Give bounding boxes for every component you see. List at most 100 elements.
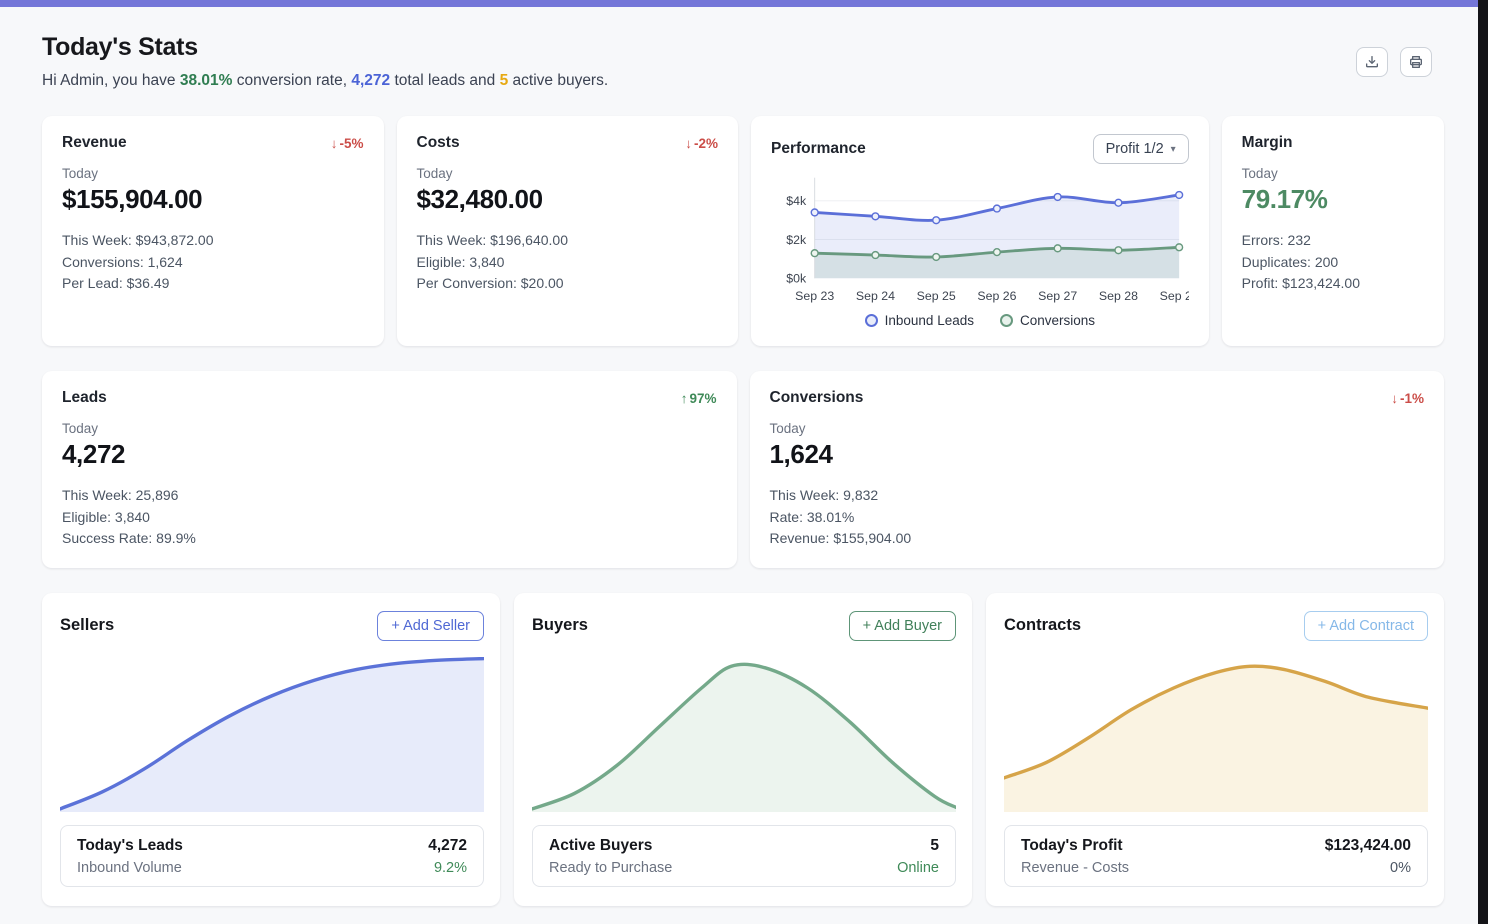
margin-profit-line: Profit: $123,424.00 (1242, 273, 1424, 295)
contracts-chart (1004, 657, 1428, 812)
conversions-card: Conversions ↓-1% Today 1,624 This Week: … (750, 371, 1445, 568)
contracts-card: Contracts + Add Contract Today's Profit … (986, 593, 1444, 906)
contracts-summary-box: Today's Profit $123,424.00 Revenue - Cos… (1004, 825, 1428, 887)
revenue-per-lead-line: Per Lead: $36.49 (62, 273, 364, 295)
leads-trend-badge: ↑97% (681, 391, 717, 406)
svg-text:Sep 28: Sep 28 (1099, 289, 1138, 303)
add-seller-button[interactable]: + Add Seller (377, 611, 484, 641)
legend-item-conversions[interactable]: Conversions (1000, 313, 1095, 328)
svg-text:Sep 25: Sep 25 (917, 289, 956, 303)
margin-card-title: Margin (1242, 134, 1293, 152)
leads-period-label: Today (62, 421, 717, 436)
costs-week-line: This Week: $196,640.00 (417, 230, 719, 252)
svg-text:Sep 24: Sep 24 (856, 289, 895, 303)
contracts-summary-value: $123,424.00 (1325, 837, 1411, 855)
svg-text:$2k: $2k (786, 233, 807, 247)
sellers-summary-subvalue: 9.2% (434, 860, 467, 876)
page-header: Today's Stats Hi Admin, you have 38.01% … (42, 33, 1444, 90)
costs-eligible-line: Eligible: 3,840 (417, 252, 719, 274)
revenue-period-label: Today (62, 166, 364, 181)
header-actions (1356, 47, 1432, 77)
active-buyers-value: 5 (500, 72, 509, 89)
conversion-rate-value: 38.01% (180, 72, 233, 89)
inbound-leads-marker-icon (865, 314, 878, 327)
buyers-summary-sublabel: Ready to Purchase (549, 860, 672, 876)
performance-chart: $0k$2k$4kSep 23Sep 24Sep 25Sep 26Sep 27S… (771, 172, 1189, 307)
printer-icon (1408, 54, 1424, 70)
total-leads-value: 4,272 (351, 72, 390, 89)
costs-period-label: Today (417, 166, 719, 181)
stats-row-3: Sellers + Add Seller Today's Leads 4,272… (42, 593, 1444, 906)
conversions-card-title: Conversions (770, 389, 864, 407)
buyers-summary-value: 5 (930, 837, 939, 855)
conversions-trend-badge: ↓-1% (1391, 391, 1424, 406)
print-button[interactable] (1400, 47, 1432, 77)
download-icon (1364, 54, 1380, 70)
leads-success-rate-line: Success Rate: 89.9% (62, 528, 717, 550)
dashboard-page: Today's Stats Hi Admin, you have 38.01% … (0, 7, 1478, 924)
costs-per-conversion-line: Per Conversion: $20.00 (417, 273, 719, 295)
revenue-conversions-line: Conversions: 1,624 (62, 252, 364, 274)
costs-card-title: Costs (417, 134, 460, 152)
conversions-value: 1,624 (770, 439, 1425, 470)
leads-week-line: This Week: 25,896 (62, 485, 717, 507)
sellers-summary-box: Today's Leads 4,272 Inbound Volume 9.2% (60, 825, 484, 887)
page-subtitle: Hi Admin, you have 38.01% conversion rat… (42, 72, 608, 90)
stats-row-2: Leads ↑97% Today 4,272 This Week: 25,896… (42, 371, 1444, 568)
costs-card: Costs ↓-2% Today $32,480.00 This Week: $… (397, 116, 739, 346)
svg-text:Sep 27: Sep 27 (1038, 289, 1077, 303)
arrow-down-icon: ↓ (331, 136, 338, 151)
screen-edge-strip (1478, 0, 1488, 924)
leads-value: 4,272 (62, 439, 717, 470)
leads-eligible-line: Eligible: 3,840 (62, 507, 717, 529)
svg-text:Sep 29: Sep 29 (1160, 289, 1189, 303)
contracts-summary-label: Today's Profit (1021, 837, 1123, 855)
revenue-trend-badge: ↓-5% (331, 136, 364, 151)
buyers-summary-box: Active Buyers 5 Ready to Purchase Online (532, 825, 956, 887)
conversions-rate-line: Rate: 38.01% (770, 507, 1425, 529)
performance-card: Performance Profit 1/2▾ $0k$2k$4kSep 23S… (751, 116, 1209, 346)
buyers-card: Buyers + Add Buyer Active Buyers 5 Ready… (514, 593, 972, 906)
arrow-up-icon: ↑ (681, 391, 688, 406)
contracts-summary-subvalue: 0% (1390, 860, 1411, 876)
performance-metric-dropdown[interactable]: Profit 1/2▾ (1093, 134, 1189, 164)
page-title: Today's Stats (42, 33, 608, 62)
costs-trend-badge: ↓-2% (685, 136, 718, 151)
buyers-chart (532, 657, 956, 812)
conversions-period-label: Today (770, 421, 1425, 436)
revenue-value: $155,904.00 (62, 184, 364, 215)
svg-text:Sep 26: Sep 26 (977, 289, 1016, 303)
leads-card-title: Leads (62, 389, 107, 407)
add-buyer-button[interactable]: + Add Buyer (849, 611, 956, 641)
margin-card: Margin Today 79.17% Errors: 232 Duplicat… (1222, 116, 1444, 346)
download-button[interactable] (1356, 47, 1388, 77)
buyers-summary-subvalue: Online (897, 860, 939, 876)
revenue-week-line: This Week: $943,872.00 (62, 230, 364, 252)
arrow-down-icon: ↓ (685, 136, 692, 151)
sellers-summary-label: Today's Leads (77, 837, 183, 855)
legend-item-inbound-leads[interactable]: Inbound Leads (865, 313, 974, 328)
stats-row-1: Revenue ↓-5% Today $155,904.00 This Week… (42, 116, 1444, 346)
margin-duplicates-line: Duplicates: 200 (1242, 252, 1424, 274)
sellers-summary-sublabel: Inbound Volume (77, 860, 182, 876)
chevron-down-icon: ▾ (1171, 144, 1176, 155)
top-accent-bar (0, 0, 1478, 7)
margin-value: 79.17% (1242, 184, 1424, 215)
add-contract-button[interactable]: + Add Contract (1304, 611, 1428, 641)
performance-legend: Inbound Leads Conversions (771, 313, 1189, 328)
contracts-summary-sublabel: Revenue - Costs (1021, 860, 1129, 876)
sellers-card: Sellers + Add Seller Today's Leads 4,272… (42, 593, 500, 906)
conversions-revenue-line: Revenue: $155,904.00 (770, 528, 1425, 550)
arrow-down-icon: ↓ (1391, 391, 1398, 406)
buyers-card-title: Buyers (532, 616, 588, 635)
svg-text:$4k: $4k (786, 194, 807, 208)
buyers-summary-label: Active Buyers (549, 837, 652, 855)
sellers-summary-value: 4,272 (428, 837, 467, 855)
revenue-card: Revenue ↓-5% Today $155,904.00 This Week… (42, 116, 384, 346)
conversions-week-line: This Week: 9,832 (770, 485, 1425, 507)
costs-value: $32,480.00 (417, 184, 719, 215)
sellers-chart (60, 657, 484, 812)
performance-card-title: Performance (771, 140, 866, 158)
margin-period-label: Today (1242, 166, 1424, 181)
leads-card: Leads ↑97% Today 4,272 This Week: 25,896… (42, 371, 737, 568)
